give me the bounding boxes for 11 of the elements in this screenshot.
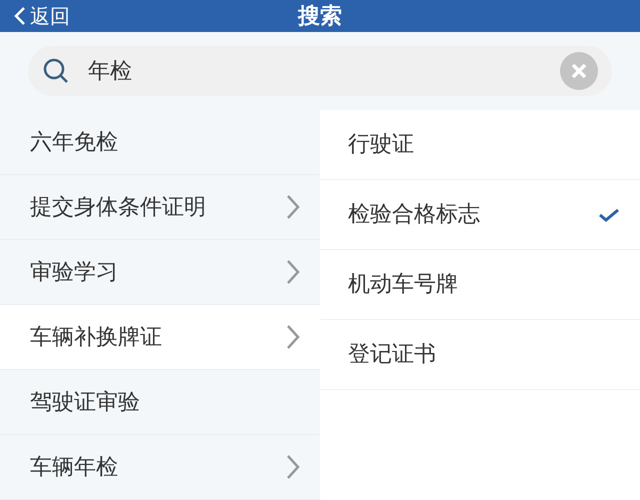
search-icon xyxy=(42,57,70,85)
option-item[interactable]: 机动车号牌 xyxy=(320,250,640,320)
back-icon xyxy=(14,6,26,26)
option-item[interactable]: 检验合格标志 xyxy=(320,180,640,250)
option-item[interactable]: 行驶证 xyxy=(320,110,640,180)
search-field[interactable]: 年检 xyxy=(28,46,612,96)
page-title: 搜索 xyxy=(298,2,342,30)
category-item[interactable]: 车辆补换牌证 xyxy=(0,305,320,370)
option-item[interactable]: 登记证书 xyxy=(320,320,640,390)
clear-icon[interactable] xyxy=(560,52,598,90)
back-button[interactable]: 返回 xyxy=(14,0,70,32)
